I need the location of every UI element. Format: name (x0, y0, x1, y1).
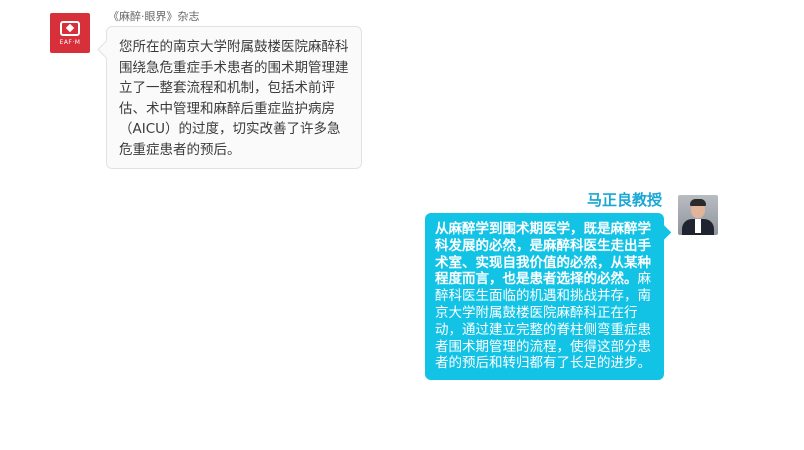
right-message-bubble: 从麻醉学到围术期医学，既是麻醉学科发展的必然，是麻醉科医生走出手术室、实现自我价… (425, 213, 664, 381)
avatar-shirt (695, 219, 701, 233)
avatar-hair (690, 199, 706, 206)
left-sender-name: 《麻醉·眼界》杂志 (108, 10, 200, 23)
left-message-text: 您所在的南京大学附属鼓楼医院麻醉科围绕急危重症手术患者的围术期管理建立了一整套流… (119, 39, 349, 158)
avatar-logo-text: EAF·M (59, 38, 81, 46)
professor-avatar[interactable] (678, 195, 718, 235)
magazine-avatar[interactable]: EAF·M (50, 13, 90, 53)
right-message-bold-text: 从麻醉学到围术期医学，既是麻醉学科发展的必然，是麻醉科医生走出手术室、实现自我价… (435, 221, 651, 288)
left-message-bubble: 您所在的南京大学附属鼓楼医院麻醉科围绕急危重症手术患者的围术期管理建立了一整套流… (106, 26, 362, 169)
right-sender-name: 马正良教授 (586, 191, 662, 209)
magazine-logo-icon (60, 20, 80, 36)
